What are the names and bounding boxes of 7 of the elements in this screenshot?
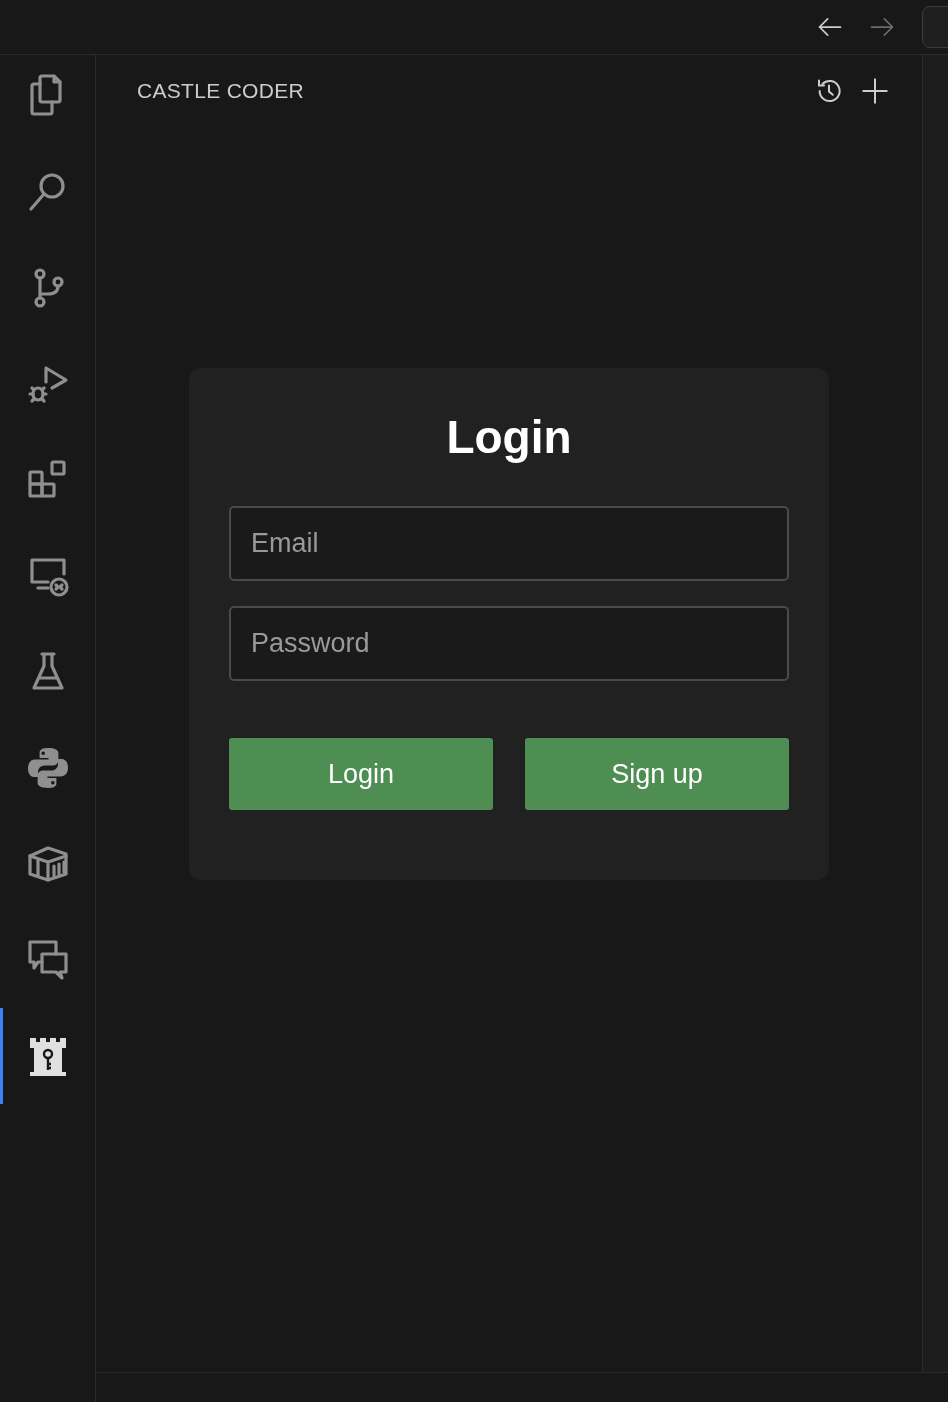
input-field[interactable]: Email bbox=[229, 506, 789, 581]
login-heading: Login bbox=[446, 410, 572, 465]
form-button[interactable]: Sign up bbox=[525, 738, 789, 810]
input-field[interactable]: Password bbox=[229, 606, 789, 681]
form-button[interactable]: Login bbox=[229, 738, 493, 810]
sidebar-title: CASTLE CODER bbox=[137, 78, 304, 105]
add-icon[interactable] bbox=[860, 76, 890, 106]
